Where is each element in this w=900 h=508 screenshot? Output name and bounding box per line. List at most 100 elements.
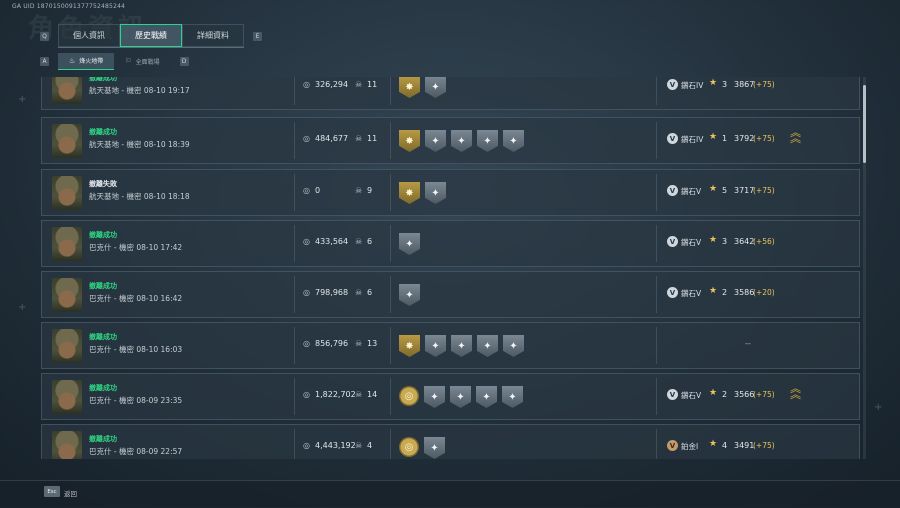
loot-value: 484,677 <box>315 134 349 143</box>
column-divider <box>294 429 295 459</box>
match-history-list: 撤離成功 航天基地 - 機密 08-10 19:17 ◎ 326,294 ☠ 11 ✸ ✦ V 鑽… <box>41 77 860 459</box>
rank-empty: -- <box>745 339 751 348</box>
medal-badge-icon[interactable]: ✦ <box>425 130 446 152</box>
star-icon: ★ <box>709 78 718 88</box>
match-row[interactable]: 撤離成功 巴克什 - 機密 08-10 16:03 ◎ 856,796 ☠ 13 ✸ ✦ ✦ ✦ ✦… <box>41 322 860 369</box>
column-divider <box>390 378 391 415</box>
value-icon: ◎ <box>303 441 310 450</box>
column-divider <box>656 122 657 159</box>
match-row[interactable]: 撤離成功 航天基地 - 機密 08-10 18:39 ◎ 484,677 ☠ 11 ✸ ✦ ✦ ✦… <box>41 117 860 164</box>
match-row[interactable]: 撤離失敗 航天基地 - 機密 08-10 18:18 ◎ 0 ☠ 9 ✸ ✦ V 鑽石V ★ 5 371… <box>41 169 860 216</box>
rank-name: 鑽石IV <box>681 135 704 144</box>
medal-badge-icon[interactable]: ✸ <box>399 77 420 98</box>
extraction-result: 撤離成功 <box>89 77 117 82</box>
column-divider <box>656 174 657 211</box>
star-icon: ★ <box>709 286 718 296</box>
tab-details[interactable]: 詳細資料 <box>182 24 244 47</box>
medal-badge-icon[interactable]: ✸ <box>399 130 420 152</box>
skull-icon: ☠ <box>355 186 363 195</box>
medal-badge-icon[interactable]: ◎ <box>399 386 419 406</box>
medal-badge-icon[interactable]: ✦ <box>425 77 446 98</box>
medal-badge-icon[interactable]: ✦ <box>451 335 472 357</box>
rank-tier-icon: V <box>667 79 678 90</box>
medal-badge-icon[interactable]: ✸ <box>399 182 420 204</box>
rank-score: 3792 <box>734 134 755 143</box>
extraction-result: 撤離成功 <box>89 231 117 239</box>
column-divider <box>390 327 391 364</box>
operator-avatar <box>52 278 82 312</box>
tab-match-history[interactable]: 歷史戰績 <box>120 24 182 47</box>
loot-value: 326,294 <box>315 80 349 89</box>
value-icon: ◎ <box>303 288 310 297</box>
rank-name: 鑽石IV <box>681 81 704 90</box>
column-divider <box>390 174 391 211</box>
match-row[interactable]: 撤離成功 巴克什 - 機密 08-10 17:42 ◎ 433,564 ☠ 6 ✦ V 鑽石V ★… <box>41 220 860 267</box>
column-divider <box>656 378 657 415</box>
medal-badge-icon[interactable]: ✦ <box>477 335 498 357</box>
medal-badge-icon[interactable]: ✦ <box>502 386 523 408</box>
score-change: (+75) <box>753 390 775 399</box>
back-button[interactable]: 返回 <box>64 488 77 498</box>
rank-stars: 1 <box>722 134 728 143</box>
esc-key[interactable]: Esc <box>44 486 60 497</box>
column-divider <box>294 327 295 364</box>
map-and-time: 巴克什 - 機密 08-10 17:42 <box>89 243 183 252</box>
score-change: (+56) <box>753 237 775 246</box>
medal-badge-icon[interactable]: ✦ <box>399 233 420 255</box>
match-row[interactable]: 撤離成功 巴克什 - 機密 08-09 22:57 ◎ 4,443,192 ☠ 4 ◎ ✦ V 鉑… <box>41 424 860 459</box>
tab-personal-info[interactable]: 個人資訊 <box>58 24 120 47</box>
match-row[interactable]: 撤離成功 航天基地 - 機密 08-10 19:17 ◎ 326,294 ☠ 11 ✸ ✦ V 鑽… <box>41 77 860 110</box>
column-divider <box>656 276 657 313</box>
prev-tab-key[interactable]: Q <box>40 31 49 41</box>
medal-list: ✦ <box>399 233 420 255</box>
skull-icon: ☠ <box>355 441 363 450</box>
medal-badge-icon[interactable]: ✦ <box>477 130 498 152</box>
prev-subtab-key[interactable]: A <box>40 56 49 66</box>
map-and-time: 巴克什 - 機密 08-09 22:57 <box>89 447 183 456</box>
rank-stars: 2 <box>722 390 728 399</box>
rank-name: 鑽石V <box>681 238 702 247</box>
score-change: (+75) <box>753 134 775 143</box>
next-subtab-key[interactable]: D <box>179 56 189 66</box>
medal-list: ◎ ✦ ✦ ✦ ✦ <box>399 386 523 408</box>
sub-tab-bar: A ♨ 烽火地帶 ⚐ 全面戰場 D <box>40 52 189 70</box>
medal-badge-icon[interactable]: ✦ <box>503 335 524 357</box>
kill-count: 6 <box>367 237 373 246</box>
medal-badge-icon[interactable]: ◎ <box>399 437 419 457</box>
operator-avatar <box>52 124 82 158</box>
medal-badge-icon[interactable]: ✦ <box>503 130 524 152</box>
column-divider <box>390 77 391 105</box>
subtab-full-battlefield[interactable]: ⚐ 全面戰場 <box>114 53 170 69</box>
medal-badge-icon[interactable]: ✦ <box>425 335 446 357</box>
medal-badge-icon[interactable]: ✸ <box>399 335 420 357</box>
score-change: (+75) <box>753 80 775 89</box>
rank-name: 鉑金I <box>681 442 699 451</box>
score-change: (+75) <box>753 186 775 195</box>
map-and-time: 航天基地 - 機密 08-10 19:17 <box>89 86 190 95</box>
scrollbar-thumb[interactable] <box>863 85 866 163</box>
column-divider <box>656 327 657 364</box>
column-divider <box>294 276 295 313</box>
medal-badge-icon[interactable]: ✦ <box>425 182 446 204</box>
medal-badge-icon[interactable]: ✦ <box>399 284 420 306</box>
column-divider <box>390 276 391 313</box>
match-row[interactable]: 撤離成功 巴克什 - 機密 08-09 23:35 ◎ 1,822,702 ☠ 14 ◎ ✦ ✦… <box>41 373 860 420</box>
map-and-time: 巴克什 - 機密 08-09 23:35 <box>89 396 183 405</box>
skull-icon: ☠ <box>355 339 363 348</box>
next-tab-key[interactable]: E <box>253 31 262 41</box>
medal-badge-icon[interactable]: ✦ <box>424 437 445 459</box>
medal-badge-icon[interactable]: ✦ <box>451 130 472 152</box>
medal-badge-icon[interactable]: ✦ <box>476 386 497 408</box>
decor-plus: + <box>18 302 27 313</box>
skull-icon: ☠ <box>355 288 363 297</box>
kill-count: 9 <box>367 186 373 195</box>
loot-value: 4,443,192 <box>315 441 356 450</box>
medal-badge-icon[interactable]: ✦ <box>424 386 445 408</box>
medal-badge-icon[interactable]: ✦ <box>450 386 471 408</box>
match-row[interactable]: 撤離成功 巴克什 - 機密 08-10 16:42 ◎ 798,968 ☠ 6 ✦ V 鑽石V ★… <box>41 271 860 318</box>
subtab-hazard-zone[interactable]: ♨ 烽火地帶 <box>58 52 115 70</box>
column-divider <box>656 429 657 459</box>
operator-avatar <box>52 176 82 210</box>
loot-value: 1,822,702 <box>315 390 356 399</box>
rank-stars: 3 <box>722 237 728 246</box>
